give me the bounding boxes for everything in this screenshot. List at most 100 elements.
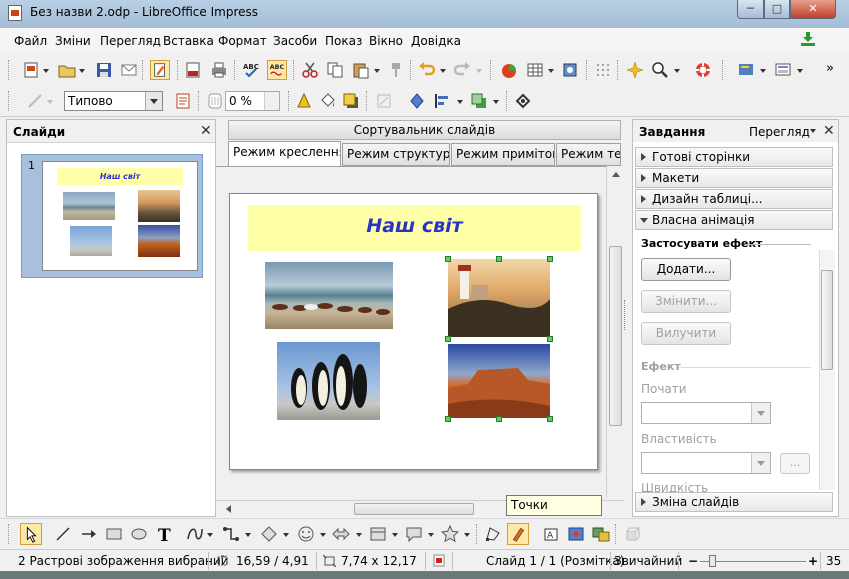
zoom-icon[interactable] bbox=[651, 61, 669, 79]
glue-points-icon[interactable] bbox=[507, 523, 529, 545]
tab-drawing-view[interactable]: Режим креслення bbox=[228, 141, 341, 167]
tasks-scroll-thumb[interactable] bbox=[821, 270, 833, 370]
line-style-dropdown-icon[interactable] bbox=[47, 100, 53, 104]
table-icon[interactable] bbox=[526, 61, 544, 79]
callouts-dropdown-icon[interactable] bbox=[428, 533, 434, 537]
property-options-button[interactable]: ... bbox=[780, 453, 810, 474]
select-pointer-icon[interactable] bbox=[20, 523, 42, 545]
toolbar-grip[interactable] bbox=[8, 524, 12, 544]
selection-handle[interactable] bbox=[496, 256, 502, 262]
rectangle-tool-icon[interactable] bbox=[105, 525, 123, 543]
print-icon[interactable] bbox=[210, 61, 228, 79]
menu-insert[interactable]: Вставка bbox=[163, 34, 214, 48]
connector-dropdown-icon[interactable] bbox=[245, 533, 251, 537]
selection-handle[interactable] bbox=[445, 336, 451, 342]
line-style-icon[interactable] bbox=[26, 92, 44, 110]
spellcheck-icon[interactable]: ABC bbox=[242, 61, 260, 79]
close-icon[interactable]: ✕ bbox=[823, 123, 835, 139]
horizontal-scroll-thumb[interactable] bbox=[354, 503, 474, 515]
slide-design-icon[interactable] bbox=[737, 61, 755, 79]
toolbar-overflow-icon[interactable]: » bbox=[826, 61, 834, 76]
property-select[interactable] bbox=[641, 452, 771, 474]
minimize-button[interactable]: ─ bbox=[737, 0, 764, 19]
callouts-icon[interactable] bbox=[405, 525, 423, 543]
style-select[interactable]: Типово bbox=[64, 91, 163, 111]
zoom-dropdown-icon[interactable] bbox=[674, 69, 680, 73]
tab-outline-view[interactable]: Режим структури bbox=[342, 143, 450, 166]
symbol-shapes-icon[interactable] bbox=[297, 525, 315, 543]
copy-icon[interactable] bbox=[326, 61, 344, 79]
spin-buttons[interactable] bbox=[264, 92, 279, 110]
slide-sorter-button[interactable]: Сортувальник слайдів bbox=[228, 120, 621, 140]
menu-help[interactable]: Довідка bbox=[411, 34, 461, 48]
toolbar-grip[interactable] bbox=[8, 60, 12, 80]
horses-beach-image[interactable] bbox=[265, 262, 393, 329]
vertical-scroll-thumb[interactable] bbox=[609, 246, 622, 426]
add-effect-button[interactable]: Додати... bbox=[641, 258, 731, 281]
slide-thumbnail[interactable]: Наш світ bbox=[42, 161, 198, 271]
text-tool-icon[interactable]: T bbox=[156, 525, 174, 543]
shadow-icon[interactable] bbox=[342, 92, 360, 110]
curve-tool-icon[interactable] bbox=[186, 525, 204, 543]
paste-dropdown-icon[interactable] bbox=[374, 69, 380, 73]
slide-thumbnail-selected[interactable]: 1 Наш світ bbox=[21, 154, 203, 278]
section-master-pages[interactable]: Готові сторінки bbox=[635, 147, 833, 167]
flowchart-icon[interactable] bbox=[369, 525, 387, 543]
apply-style-icon[interactable] bbox=[174, 92, 192, 110]
open-folder-icon[interactable] bbox=[58, 61, 76, 79]
transparency-icon[interactable] bbox=[206, 92, 224, 110]
selection-handle[interactable] bbox=[496, 416, 502, 422]
section-custom-animation[interactable]: Власна анімація bbox=[635, 210, 833, 230]
start-select[interactable] bbox=[641, 402, 771, 424]
email-icon[interactable] bbox=[120, 61, 138, 79]
paste-icon[interactable] bbox=[352, 61, 370, 79]
slide-page[interactable]: Наш світ bbox=[229, 193, 598, 470]
clone-formatting-icon[interactable] bbox=[388, 61, 406, 79]
zoom-in-button[interactable]: + bbox=[808, 554, 818, 568]
basic-shapes-dropdown-icon[interactable] bbox=[283, 533, 289, 537]
menu-file[interactable]: Файл bbox=[14, 34, 47, 48]
selection-handle[interactable] bbox=[445, 416, 451, 422]
zoom-slider-thumb[interactable] bbox=[709, 555, 716, 567]
tasks-view-menu[interactable]: Перегляд bbox=[749, 125, 810, 139]
cut-icon[interactable] bbox=[301, 61, 319, 79]
update-download-icon[interactable] bbox=[800, 32, 816, 46]
arrange-dropdown-icon[interactable] bbox=[493, 100, 499, 104]
basic-shapes-icon[interactable] bbox=[260, 525, 278, 543]
undo-icon[interactable] bbox=[418, 61, 436, 79]
section-slide-transition[interactable]: Зміна слайдів bbox=[635, 492, 833, 512]
scroll-left-icon[interactable] bbox=[226, 505, 231, 513]
zoom-value[interactable]: 35 bbox=[826, 554, 841, 568]
area-fill-bucket-icon[interactable] bbox=[319, 92, 337, 110]
slide-layout-dropdown-icon[interactable] bbox=[797, 69, 803, 73]
vertical-scrollbar[interactable] bbox=[606, 166, 625, 498]
interaction-icon[interactable] bbox=[514, 92, 532, 110]
filter-exposure-icon[interactable] bbox=[295, 92, 313, 110]
chevron-down-icon[interactable] bbox=[751, 453, 770, 473]
selection-handle[interactable] bbox=[547, 256, 553, 262]
export-pdf-icon[interactable] bbox=[184, 61, 202, 79]
menu-format[interactable]: Формат bbox=[218, 34, 267, 48]
from-file-image-icon[interactable] bbox=[567, 525, 585, 543]
stars-icon[interactable] bbox=[441, 525, 459, 543]
align-icon[interactable] bbox=[434, 92, 452, 110]
align-dropdown-icon[interactable] bbox=[457, 100, 463, 104]
crop-image-icon[interactable] bbox=[375, 92, 393, 110]
ellipse-tool-icon[interactable] bbox=[130, 525, 148, 543]
open-dropdown-icon[interactable] bbox=[79, 69, 85, 73]
maximize-button[interactable]: □ bbox=[764, 0, 790, 19]
menu-tools[interactable]: Засоби bbox=[273, 34, 317, 48]
grid-icon[interactable] bbox=[594, 61, 612, 79]
autospellcheck-icon[interactable]: ABC bbox=[267, 60, 287, 80]
desert-canyon-image[interactable] bbox=[448, 344, 550, 418]
table-dropdown-icon[interactable] bbox=[548, 69, 554, 73]
slide-title[interactable]: Наш світ bbox=[248, 205, 581, 251]
line-tool-icon[interactable] bbox=[54, 525, 72, 543]
chevron-down-icon[interactable] bbox=[751, 403, 770, 423]
arrow-line-icon[interactable] bbox=[80, 525, 98, 543]
lighthouse-image[interactable] bbox=[448, 259, 550, 337]
undo-dropdown-icon[interactable] bbox=[440, 69, 446, 73]
new-dropdown-icon[interactable] bbox=[43, 69, 49, 73]
redo-dropdown-icon[interactable] bbox=[476, 69, 482, 73]
navigator-star-icon[interactable] bbox=[626, 61, 644, 79]
